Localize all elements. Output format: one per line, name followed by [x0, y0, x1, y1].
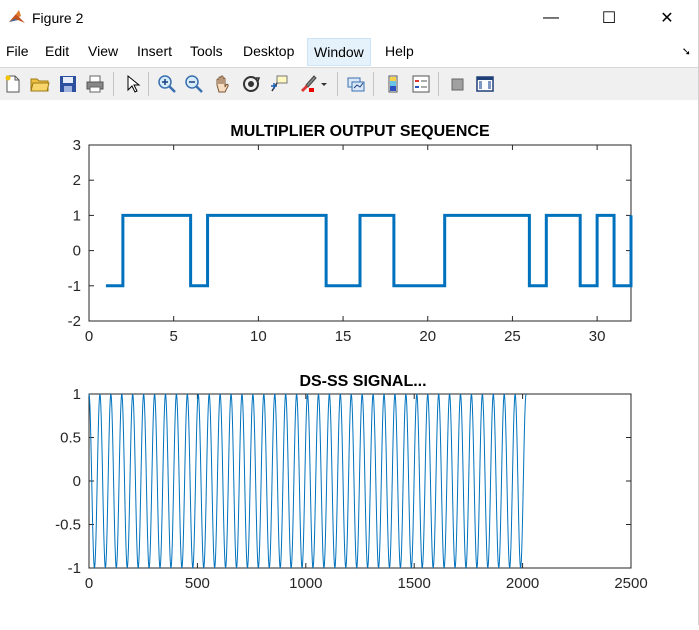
close-icon: ✕: [660, 10, 674, 27]
toolbar-separator: [148, 72, 149, 96]
insert-colorbar-icon[interactable]: [382, 73, 404, 95]
toolbar-separator: [113, 72, 114, 96]
menu-bar: File Edit View Insert Tools Desktop Wind…: [0, 38, 699, 66]
x-tick-label: 25: [504, 328, 521, 345]
dock-arrow-icon[interactable]: ➘: [682, 45, 691, 58]
close-button[interactable]: ✕: [644, 0, 690, 36]
data-cursor-icon[interactable]: [268, 73, 290, 95]
window-title-bar: Figure 2 — ☐ ✕: [0, 0, 699, 38]
y-tick-label: -1: [68, 278, 81, 295]
x-tick-label: 0: [85, 575, 93, 592]
zoom-in-icon[interactable]: [156, 73, 178, 95]
menu-window[interactable]: Window: [307, 38, 371, 66]
x-tick-label: 10: [250, 328, 267, 345]
maximize-icon: ☐: [601, 10, 617, 27]
new-figure-icon[interactable]: [2, 73, 24, 95]
pan-hand-icon[interactable]: [211, 73, 233, 95]
y-tick-label: -0.5: [55, 517, 81, 534]
x-tick-label: 0: [85, 328, 93, 345]
minimize-icon: —: [543, 9, 559, 26]
hide-plot-tools-icon[interactable]: [446, 73, 468, 95]
x-tick-label: 15: [335, 328, 352, 345]
axes-ds-ss-signal[interactable]: DS-SS SIGNAL... 0 500 1000 1500 2000 2500 -1 -0…: [55, 373, 648, 592]
insert-legend-icon[interactable]: [410, 73, 432, 95]
x-tick-label: 30: [589, 328, 606, 345]
chart-title: MULTIPLIER OUTPUT SEQUENCE: [230, 123, 490, 140]
matlab-logo-icon: [7, 8, 27, 28]
menu-desktop[interactable]: Desktop: [243, 43, 294, 59]
figure-toolbar: [0, 67, 699, 101]
y-tick-label: 2: [73, 172, 81, 189]
x-tick-label: 2500: [614, 575, 647, 592]
x-tick-label: 500: [185, 575, 210, 592]
toolbar-separator: [373, 72, 374, 96]
menu-help[interactable]: Help: [385, 43, 414, 59]
menu-file[interactable]: File: [6, 43, 29, 59]
select-arrow-icon[interactable]: [121, 73, 143, 95]
axes-multiplier-output[interactable]: MULTIPLIER OUTPUT SEQUENCE 0 5 10 15 20 25 30-…: [68, 123, 633, 345]
toolbar-separator: [337, 72, 338, 96]
show-plot-tools-icon[interactable]: [474, 73, 496, 95]
menu-edit[interactable]: Edit: [45, 43, 69, 59]
maximize-button[interactable]: ☐: [586, 0, 632, 36]
window-title: Figure 2: [32, 10, 84, 26]
minimize-button[interactable]: —: [528, 0, 574, 36]
y-tick-label: -2: [68, 313, 81, 330]
figure-canvas[interactable]: MULTIPLIER OUTPUT SEQUENCE 0 5 10 15 20 25 30-…: [0, 100, 699, 625]
y-tick-label: 1: [73, 207, 81, 224]
x-tick-label: 5: [170, 328, 178, 345]
y-tick-label: 0: [73, 473, 81, 490]
y-tick-label: -1: [68, 560, 81, 577]
x-tick-label: 1500: [398, 575, 431, 592]
menu-view[interactable]: View: [88, 43, 118, 59]
x-tick-label: 1000: [289, 575, 322, 592]
axes-box: [88, 393, 632, 569]
x-tick-label: 20: [419, 328, 436, 345]
save-icon[interactable]: [57, 73, 79, 95]
y-tick-label: 0: [73, 243, 81, 260]
y-tick-label: 0.5: [60, 430, 81, 447]
toolbar-separator: [438, 72, 439, 96]
figure-svg: MULTIPLIER OUTPUT SEQUENCE 0 5 10 15 20 25 30-…: [55, 123, 648, 592]
rotate-3d-icon[interactable]: [240, 73, 262, 95]
chart-title: DS-SS SIGNAL...: [299, 373, 426, 390]
menu-insert[interactable]: Insert: [137, 43, 172, 59]
menu-tools[interactable]: Tools: [190, 43, 223, 59]
link-plot-icon[interactable]: [345, 73, 367, 95]
brush-icon[interactable]: [296, 73, 318, 95]
open-file-icon[interactable]: [29, 73, 51, 95]
print-icon[interactable]: [84, 73, 106, 95]
brush-dropdown-icon[interactable]: [318, 73, 330, 95]
x-tick-label: 2000: [506, 575, 539, 592]
y-tick-label: 1: [73, 386, 81, 403]
y-tick-label: 3: [73, 137, 81, 154]
zoom-out-icon[interactable]: [183, 73, 205, 95]
